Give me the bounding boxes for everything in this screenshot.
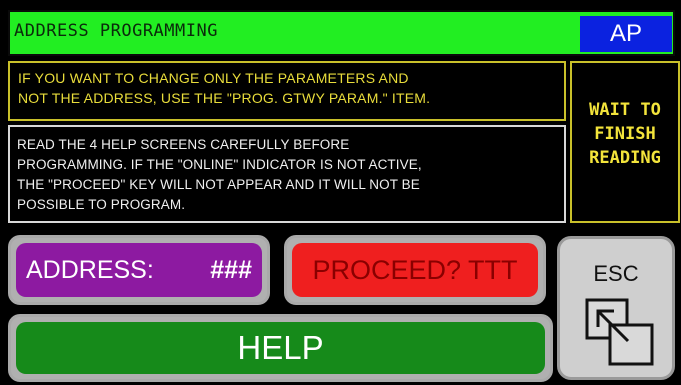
esc-label: ESC [593, 261, 639, 286]
esc-button[interactable]: ESC [557, 236, 675, 380]
info-line: THE "PROCEED" KEY WILL NOT APPEAR AND IT… [17, 177, 420, 192]
notice-panel: IF YOU WANT TO CHANGE ONLY THE PARAMETER… [8, 61, 566, 121]
info-line: PROGRAMMING. IF THE "ONLINE" INDICATOR I… [17, 157, 422, 172]
proceed-button-face[interactable]: PROCEED? TTT [292, 243, 538, 297]
help-button[interactable]: HELP [8, 314, 553, 382]
address-button-face[interactable]: ADDRESS: ### [16, 243, 262, 297]
wait-line: READING [589, 148, 661, 168]
window-restore-icon [585, 298, 654, 366]
help-button-face[interactable]: HELP [16, 322, 545, 374]
info-line: READ THE 4 HELP SCREENS CAREFULLY BEFORE [17, 137, 350, 152]
address-label: ADDRESS: [26, 255, 154, 284]
address-value: ### [210, 255, 252, 284]
mode-badge: AP [580, 16, 672, 52]
page-title: ADDRESS PROGRAMMING [14, 21, 218, 41]
address-button[interactable]: ADDRESS: ### [8, 235, 270, 305]
notice-line: NOT THE ADDRESS, USE THE "PROG. GTWY PAR… [18, 90, 431, 106]
info-line: POSSIBLE TO PROGRAM. [17, 197, 186, 212]
wait-line: FINISH [594, 124, 656, 144]
proceed-button[interactable]: PROCEED? TTT [284, 235, 546, 305]
wait-panel: WAIT TO FINISH READING [570, 61, 680, 223]
wait-line: WAIT TO [589, 100, 661, 120]
notice-line: IF YOU WANT TO CHANGE ONLY THE PARAMETER… [18, 70, 409, 86]
info-panel: READ THE 4 HELP SCREENS CAREFULLY BEFORE… [8, 125, 566, 223]
